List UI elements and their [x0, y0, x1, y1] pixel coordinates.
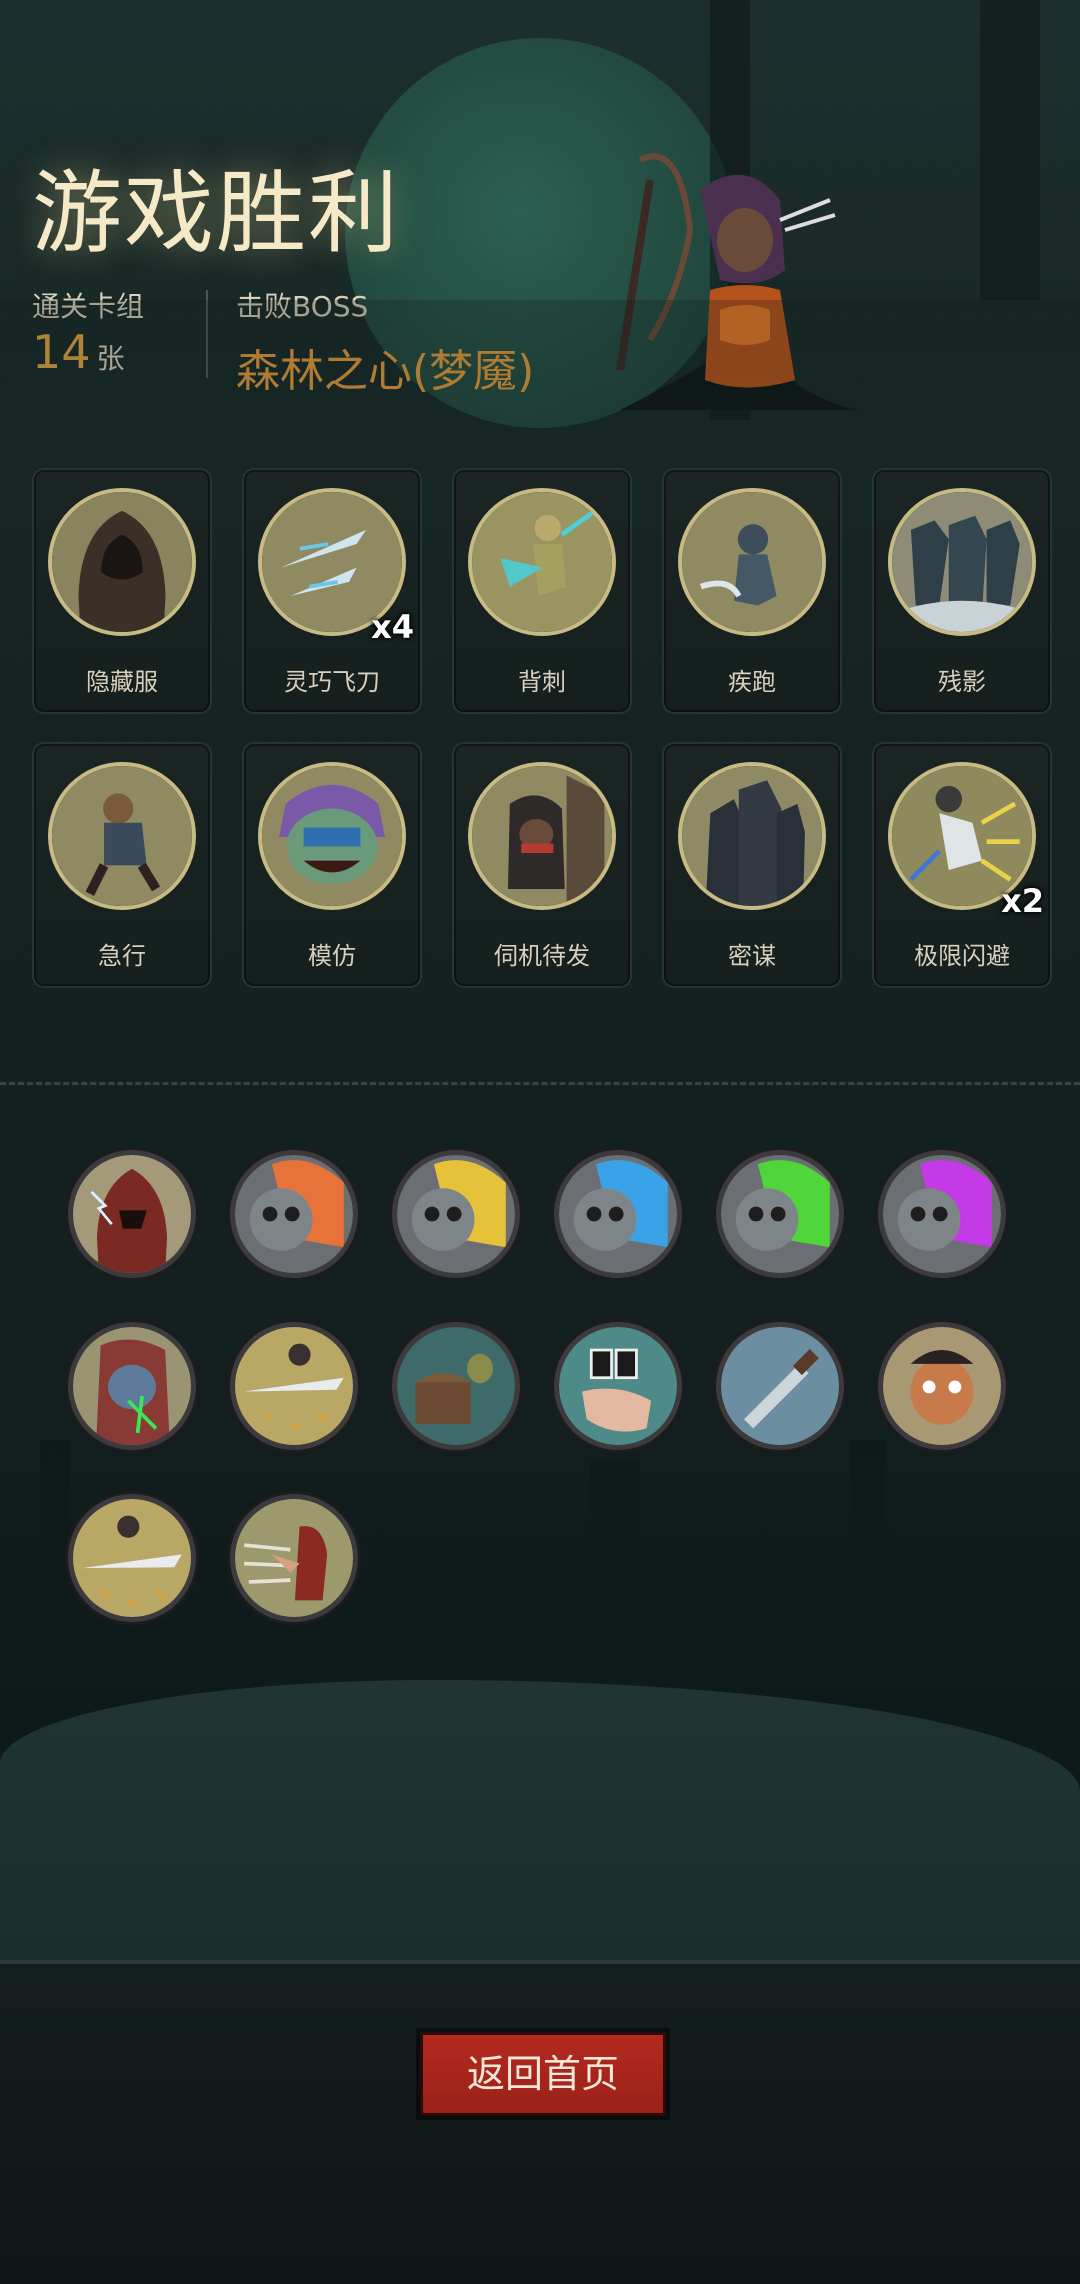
section-divider: [0, 1082, 1080, 1085]
sprint-icon: [678, 488, 826, 636]
red-hood-dash-icon[interactable]: [230, 1494, 358, 1622]
red-hood-lightning-icon[interactable]: [68, 1150, 196, 1278]
dash-icon: [48, 762, 196, 910]
thrown-blade-icon[interactable]: [230, 1322, 358, 1450]
return-home-button[interactable]: 返回首页: [420, 2032, 666, 2116]
backstab-icon: [468, 488, 616, 636]
page-title: 游戏胜利: [32, 161, 400, 266]
ground-backdrop: [0, 1680, 1080, 1960]
deck-card[interactable]: 伺机待发: [452, 742, 632, 988]
card-name: 极限闪避: [914, 942, 1010, 970]
card-name: 疾跑: [728, 668, 776, 696]
deck-card[interactable]: 背刺: [452, 468, 632, 714]
deck-card[interactable]: x2 极限闪避: [872, 742, 1052, 988]
skull-orange-flame-icon[interactable]: [230, 1150, 358, 1278]
deck-card[interactable]: 密谋: [662, 742, 842, 988]
deck-card[interactable]: 模仿: [242, 742, 422, 988]
ambush-icon: [468, 762, 616, 910]
deck-card[interactable]: 疾跑: [662, 468, 842, 714]
card-name: 密谋: [728, 942, 776, 970]
skull-yellow-flame-icon[interactable]: [392, 1150, 520, 1278]
skull-blue-flame-icon[interactable]: [554, 1150, 682, 1278]
conspiracy-icon: [678, 762, 826, 910]
deck-card[interactable]: x4 灵巧飞刀: [242, 468, 422, 714]
deck-card[interactable]: 隐藏服: [32, 468, 212, 714]
mimic-icon: [258, 762, 406, 910]
afterimage-icon: [888, 488, 1036, 636]
card-name: 残影: [938, 668, 986, 696]
glove-cards-icon[interactable]: [554, 1322, 682, 1450]
treasure-chest-icon[interactable]: [392, 1322, 520, 1450]
card-multiplier: x2: [1001, 882, 1044, 920]
card-name: 急行: [98, 942, 146, 970]
goblin-poison-icon[interactable]: [68, 1322, 196, 1450]
gold-blade-icon[interactable]: [68, 1494, 196, 1622]
hooded-cloak-icon: [48, 488, 196, 636]
card-name: 隐藏服: [86, 668, 158, 696]
card-name: 伺机待发: [494, 942, 590, 970]
card-name: 灵巧飞刀: [284, 668, 380, 696]
pirate-icon[interactable]: [878, 1322, 1006, 1450]
header-divider: [0, 300, 1080, 430]
card-multiplier: x4: [371, 608, 414, 646]
skull-green-flame-icon[interactable]: [716, 1150, 844, 1278]
footer-panel: [0, 1960, 1080, 2284]
deck-card[interactable]: 急行: [32, 742, 212, 988]
deck-card[interactable]: 残影: [872, 468, 1052, 714]
skull-purple-flame-icon[interactable]: [878, 1150, 1006, 1278]
knife-icon[interactable]: [716, 1322, 844, 1450]
card-name: 背刺: [518, 668, 566, 696]
card-name: 模仿: [308, 942, 356, 970]
